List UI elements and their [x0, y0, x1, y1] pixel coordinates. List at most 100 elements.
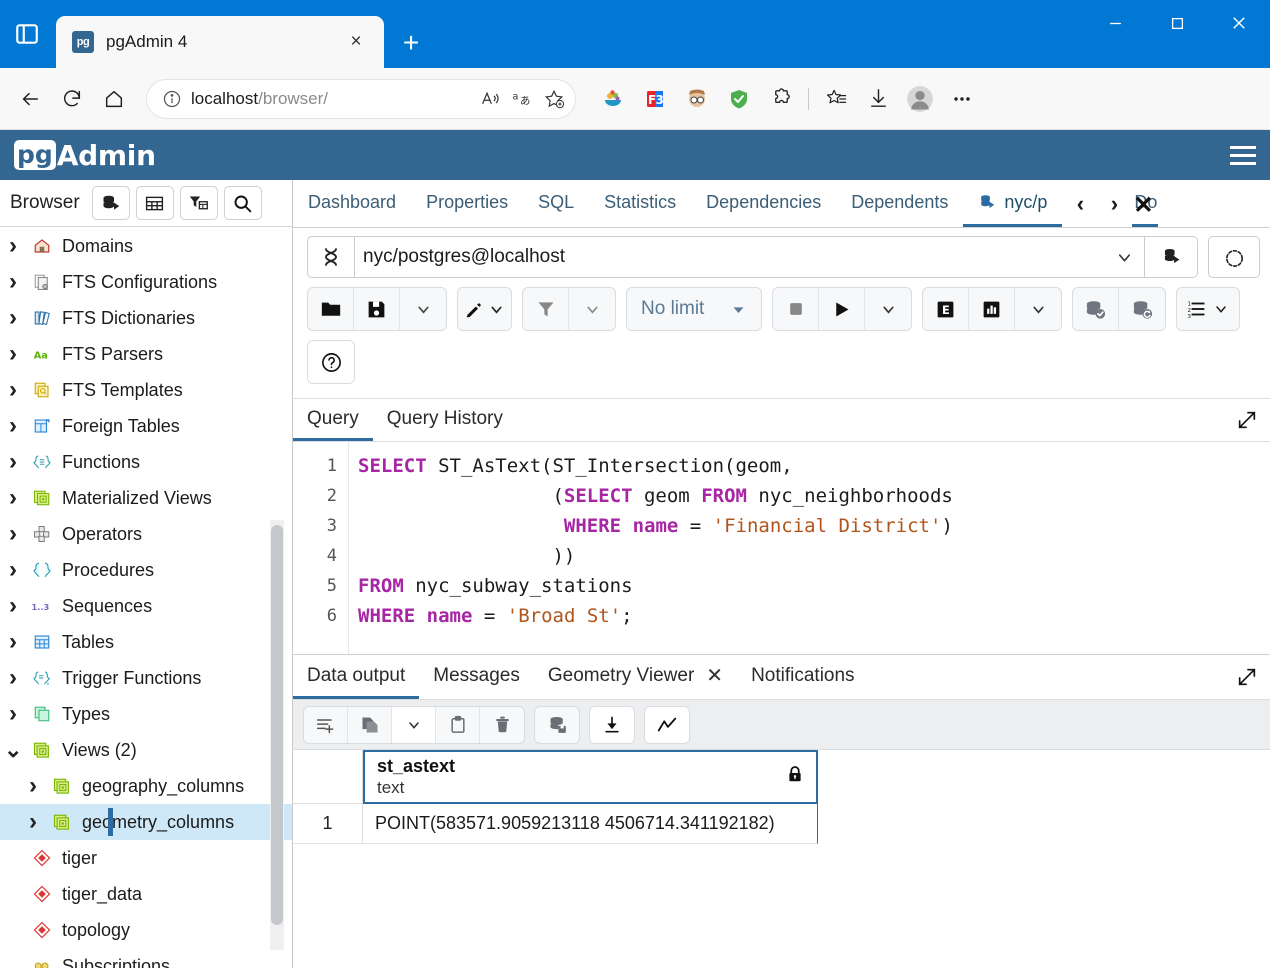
chevron-right-icon[interactable]: › — [4, 558, 22, 582]
tree-node-tiger-data[interactable]: tiger_data — [0, 876, 292, 912]
connection-database-play-icon[interactable] — [1145, 246, 1197, 268]
chevron-right-icon[interactable]: › — [4, 594, 22, 618]
sql-line[interactable]: WHERE name = 'Financial District') — [358, 511, 1270, 541]
tab-query-tool[interactable]: nyc/p — [963, 180, 1063, 227]
connection-selector[interactable]: nyc/postgres@localhost — [307, 236, 1198, 278]
trash-icon[interactable] — [480, 707, 524, 743]
question-circle-icon[interactable] — [308, 341, 354, 383]
results-grid[interactable]: st_astext text 1 POINT(583571.9059213118… — [293, 750, 1270, 968]
execute-query-button[interactable] — [819, 288, 866, 330]
collections-icon[interactable] — [592, 79, 634, 119]
address-bar[interactable]: localhost/browser/ a あ — [146, 78, 576, 119]
tab-nav-prev-icon[interactable]: ‹ — [1064, 182, 1096, 226]
tree-node-procedures[interactable]: › Procedures — [0, 552, 292, 588]
tree-node-trigger-functions[interactable]: › Trigger Functions — [0, 660, 292, 696]
chevron-right-icon[interactable]: › — [4, 486, 22, 510]
chevron-right-icon[interactable]: › — [4, 702, 22, 726]
tab-dashboard[interactable]: Dashboard — [293, 180, 411, 227]
cell-st-astext[interactable]: POINT(583571.9059213118 4506714.34119218… — [363, 804, 818, 844]
tree-node-fts-templates[interactable]: › FTS Templates — [0, 372, 292, 408]
extensions-puzzle-icon[interactable] — [760, 79, 802, 119]
chevron-right-icon[interactable]: › — [4, 522, 22, 546]
tab-close-icon[interactable]: ✕ — [1133, 191, 1153, 220]
settings-more-icon[interactable] — [941, 79, 983, 119]
output-tab-messages[interactable]: Messages — [419, 655, 534, 699]
chevron-right-icon[interactable]: › — [4, 666, 22, 690]
database-play-icon[interactable] — [91, 186, 130, 220]
chevron-down-icon[interactable]: ⌄ — [4, 739, 22, 761]
clipboard-paste-icon[interactable] — [436, 706, 480, 743]
tree-node-types[interactable]: › Types — [0, 696, 292, 732]
line-chart-icon[interactable] — [645, 706, 689, 743]
explain-button[interactable]: E — [923, 288, 970, 330]
glasses-extension-icon[interactable] — [676, 79, 718, 119]
read-aloud-icon[interactable] — [477, 86, 503, 112]
hamburger-menu-icon[interactable] — [1230, 145, 1256, 165]
output-tab-notifications[interactable]: Notifications — [737, 655, 869, 699]
address-url[interactable]: localhost/browser/ — [191, 89, 471, 109]
query-tab-query-history[interactable]: Query History — [373, 399, 517, 441]
adblock-shield-icon[interactable] — [718, 79, 760, 119]
chevron-right-icon[interactable]: › — [24, 774, 42, 798]
filter-button[interactable] — [523, 288, 569, 330]
search-icon[interactable] — [223, 186, 262, 220]
minimize-icon[interactable] — [1084, 0, 1146, 46]
sql-code[interactable]: SELECT ST_AsText(ST_Intersection(geom, (… — [349, 442, 1270, 654]
tree-node-operators[interactable]: › Operators — [0, 516, 292, 552]
explain-dropdown-button[interactable] — [1015, 288, 1061, 330]
tree-node-tables[interactable]: › Tables — [0, 624, 292, 660]
output-expand-diagonal-icon[interactable] — [1224, 655, 1270, 699]
chevron-right-icon[interactable]: › — [4, 378, 22, 402]
database-save-icon[interactable] — [535, 707, 579, 743]
new-tab-button[interactable]: + — [390, 22, 432, 64]
output-tab-close-icon[interactable]: ✕ — [706, 663, 723, 688]
tree-node-fts-parsers[interactable]: › Aa FTS Parsers — [0, 336, 292, 372]
sql-line[interactable]: (SELECT geom FROM nyc_neighborhoods — [358, 481, 1270, 511]
tree-node-geography-columns[interactable]: › geography_columns — [0, 768, 292, 804]
close-icon[interactable]: × — [342, 28, 370, 56]
tree-node-fts-configurations[interactable]: › FTS Configurations — [0, 264, 292, 300]
sidebar-scrollbar-thumb[interactable] — [271, 525, 283, 925]
tree-node-subscriptions[interactable]: Subscriptions — [0, 948, 292, 968]
chevron-right-icon[interactable]: › — [4, 306, 22, 330]
output-tab-geometry-viewer[interactable]: Geometry Viewer ✕ — [534, 655, 737, 699]
copy-icon[interactable] — [348, 706, 392, 743]
tab-statistics[interactable]: Statistics — [589, 180, 691, 227]
refresh-icon[interactable] — [52, 79, 92, 119]
tree-node-views-2[interactable]: ⌄ Views (2) — [0, 732, 292, 768]
rotate-ccw-icon[interactable] — [1208, 236, 1260, 278]
tree-node-fts-dictionaries[interactable]: › FTS Dictionaries — [0, 300, 292, 336]
tab-dependents[interactable]: Dependents — [836, 180, 963, 227]
chevron-right-icon[interactable]: › — [4, 630, 22, 654]
tree-node-domains[interactable]: › Domains — [0, 228, 292, 264]
object-tree[interactable]: › Domains › FTS Configurations › FTS Dictiona… — [0, 227, 292, 968]
chevron-right-icon[interactable]: › — [4, 234, 22, 258]
expand-diagonal-icon[interactable] — [1224, 399, 1270, 441]
tree-node-sequences[interactable]: › 1..3 Sequences — [0, 588, 292, 624]
commit-button[interactable] — [1073, 288, 1120, 330]
sql-line[interactable]: FROM nyc_subway_stations — [358, 571, 1270, 601]
query-tab-query[interactable]: Query — [293, 399, 373, 441]
home-icon[interactable] — [94, 79, 134, 119]
edit-button[interactable] — [458, 288, 511, 330]
execute-dropdown-button[interactable] — [865, 288, 911, 330]
site-info-icon[interactable] — [159, 86, 185, 112]
favorite-add-icon[interactable] — [541, 86, 567, 112]
chevron-down-icon[interactable] — [1104, 248, 1144, 267]
tab-nav-next-icon[interactable]: › — [1098, 182, 1130, 226]
maximize-icon[interactable] — [1146, 0, 1208, 46]
chevron-right-icon[interactable]: › — [4, 414, 22, 438]
filter-dropdown-button[interactable] — [569, 288, 615, 330]
favorites-list-icon[interactable] — [815, 79, 857, 119]
f-extension-icon[interactable]: F 3 — [634, 79, 676, 119]
tab-sql[interactable]: SQL — [523, 180, 589, 227]
column-header-st-astext[interactable]: st_astext text — [363, 750, 818, 804]
output-tab-data-output[interactable]: Data output — [293, 655, 420, 699]
tab-properties[interactable]: Properties — [411, 180, 523, 227]
translate-icon[interactable]: a あ — [509, 86, 535, 112]
row-limit-select[interactable]: No limit — [627, 288, 761, 330]
back-arrow-icon[interactable] — [10, 79, 50, 119]
window-close-icon[interactable] — [1208, 0, 1270, 46]
add-row-icon[interactable] — [304, 706, 348, 743]
browser-tab-pgadmin[interactable]: pg pgAdmin 4 × — [56, 16, 384, 68]
